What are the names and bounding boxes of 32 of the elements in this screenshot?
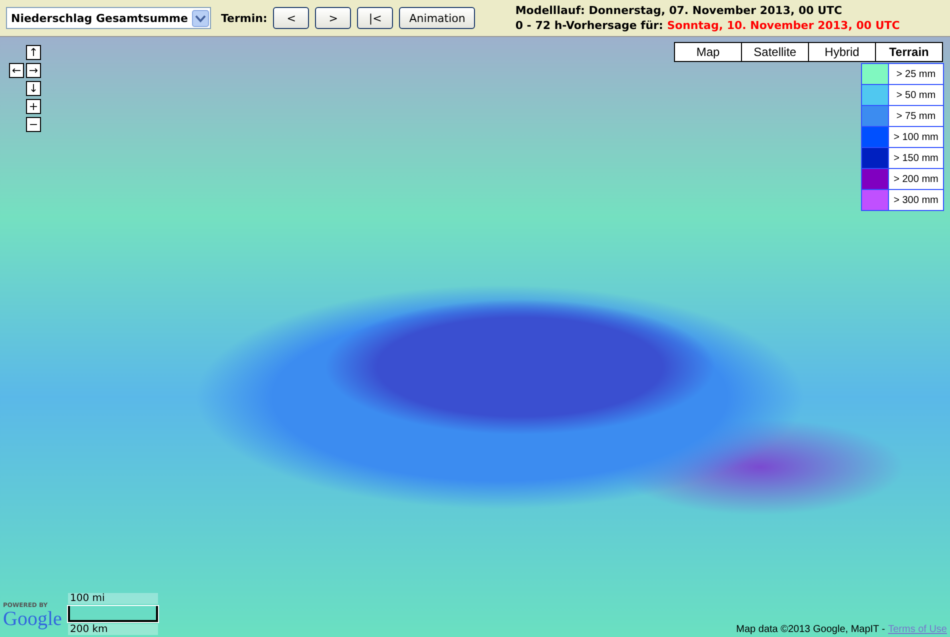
variable-select[interactable]: Niederschlag Gesamtsumme <box>6 7 211 29</box>
model-run-text: Modelllauf: Donnerstag, 07. November 2013, 00 UTC <box>515 3 842 18</box>
attribution-text: Map data ©2013 Google, MapIT - <box>736 624 886 635</box>
legend-label: > 75 mm <box>889 106 943 126</box>
step-button[interactable]: > <box>315 7 352 29</box>
animation-button[interactable]: Animation <box>399 7 476 29</box>
map-type-tab[interactable]: Satellite <box>742 43 808 61</box>
map-type-tab[interactable]: Hybrid <box>809 43 875 61</box>
caret-icon <box>192 10 209 26</box>
zoom-out-button[interactable]: − <box>26 117 41 132</box>
logo-text: Google <box>3 609 62 629</box>
forecast-label: 0 - 72 h-Vorhersage für: <box>515 18 664 33</box>
map-type-tab[interactable]: Terrain <box>876 43 942 61</box>
step-button[interactable]: < <box>273 7 310 29</box>
map-type-tab[interactable]: Map <box>675 43 741 61</box>
legend-label: > 200 mm <box>889 169 943 189</box>
pan-up-button[interactable]: ↑ <box>26 45 41 60</box>
legend-label: > 50 mm <box>889 85 943 105</box>
termin-label: Termin: <box>220 12 268 24</box>
legend-label: > 25 mm <box>889 64 943 84</box>
legend-label: > 100 mm <box>889 127 943 147</box>
zoom-in-button[interactable]: + <box>26 99 41 114</box>
select-value: Niederschlag Gesamtsumme <box>11 12 188 24</box>
scale-label: 100 mi <box>68 593 158 604</box>
pan-down-button[interactable]: ↓ <box>26 81 41 96</box>
scale-label: 200 km <box>68 624 158 635</box>
pan-left-button[interactable]: ← <box>9 63 24 78</box>
legend-label: > 150 mm <box>889 148 943 168</box>
step-button[interactable]: |< <box>357 7 394 29</box>
forecast-date: Sonntag, 10. November 2013, 00 UTC <box>667 18 900 33</box>
legend-label: > 300 mm <box>889 190 943 210</box>
pan-right-button[interactable]: → <box>26 63 41 78</box>
